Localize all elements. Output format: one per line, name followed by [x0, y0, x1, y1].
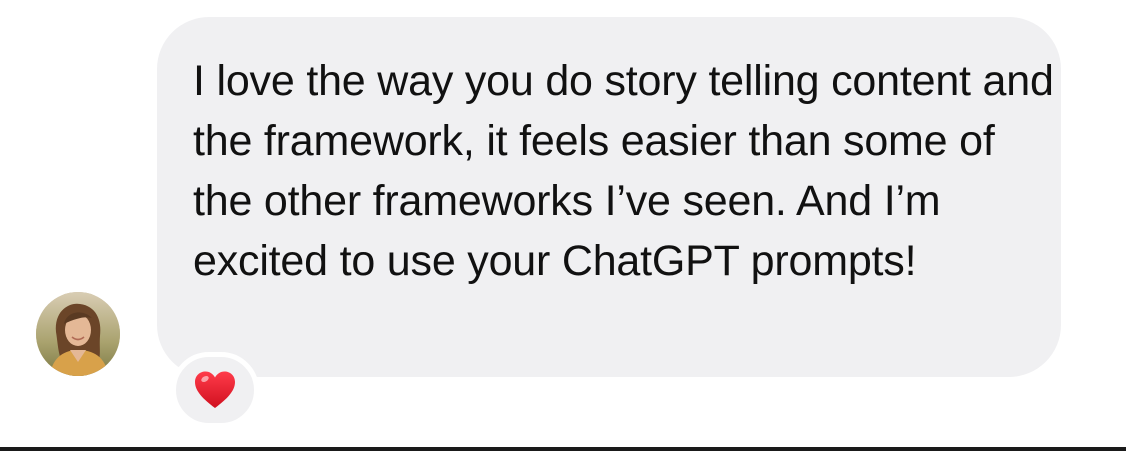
reaction-badge[interactable]	[171, 352, 259, 428]
divider	[0, 447, 1126, 451]
person-photo-icon	[36, 292, 120, 376]
message-bubble[interactable]: I love the way you do story telling cont…	[157, 17, 1061, 377]
red-heart-icon	[195, 371, 235, 408]
message-text: I love the way you do story telling cont…	[193, 57, 1054, 285]
sender-avatar[interactable]	[36, 292, 120, 376]
